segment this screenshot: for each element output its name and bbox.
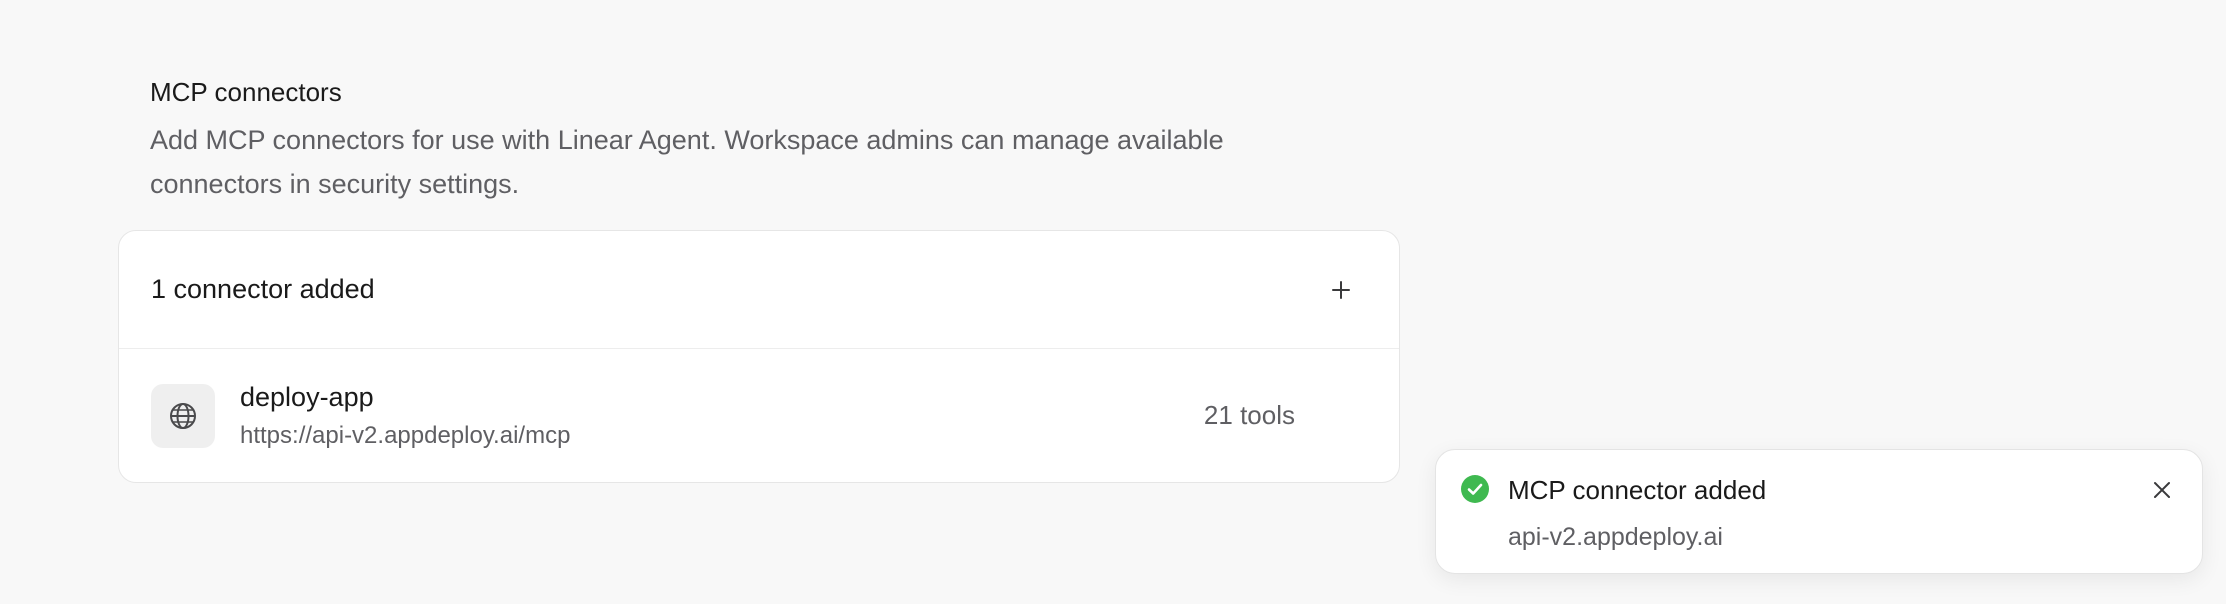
success-toast: MCP connector added api-v2.appdeploy.ai (1435, 449, 2203, 574)
connector-avatar (151, 383, 215, 448)
section-header: MCP connectors Add MCP connectors for us… (118, 74, 1398, 206)
check-circle-icon (1461, 475, 1489, 503)
toast-close-button[interactable] (2144, 472, 2180, 508)
connector-tools-count: 21 tools (1203, 400, 1295, 431)
plus-icon (1332, 280, 1350, 299)
connector-row-deploy-app[interactable]: deploy-app https://api-v2.appdeploy.ai/m… (119, 349, 1399, 482)
connector-info: deploy-app https://api-v2.appdeploy.ai/m… (240, 378, 1204, 454)
section-title: MCP connectors (150, 77, 342, 107)
connector-count: 1 connector added (151, 274, 375, 305)
close-icon (2154, 482, 2170, 498)
add-connector-button[interactable] (1317, 266, 1365, 314)
globe-icon (170, 402, 196, 429)
card-header: 1 connector added (119, 231, 1399, 350)
connector-url: https://api-v2.appdeploy.ai/mcp (240, 421, 571, 449)
toast-subtitle: api-v2.appdeploy.ai (1508, 523, 1723, 551)
mcp-connectors-section: MCP connectors Add MCP connectors for us… (118, 60, 1400, 484)
toast-title: MCP connector added (1508, 475, 1767, 505)
connectors-card: 1 connector added deploy-app https://api… (118, 230, 1400, 484)
connector-name: deploy-app (240, 381, 374, 412)
section-description: Add MCP connectors for use with Linear A… (150, 125, 1224, 200)
